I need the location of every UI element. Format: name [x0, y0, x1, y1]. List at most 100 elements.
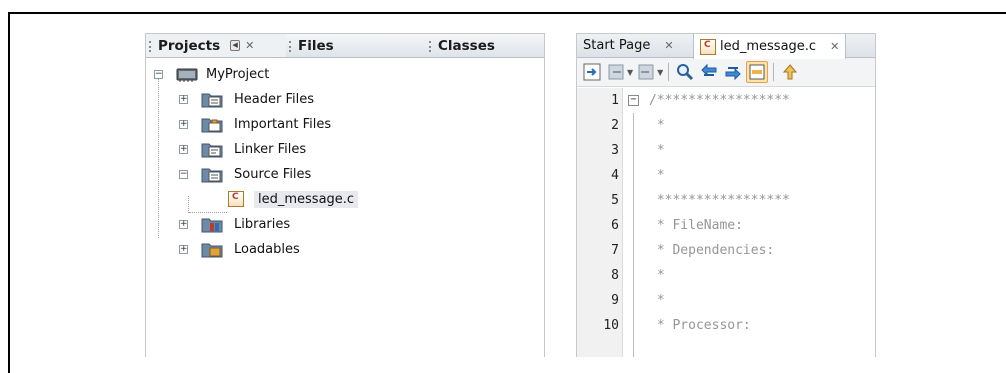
- code-text: *: [649, 118, 665, 133]
- tab-files[interactable]: Files: [286, 34, 426, 57]
- tree-item-important-files[interactable]: + Important Files: [146, 112, 544, 137]
- line-number: 5: [611, 193, 619, 208]
- screenshot-page: Projects ◀ ✕ Files Classes − MyProject +…: [0, 0, 1006, 373]
- find-next-icon[interactable]: [722, 61, 744, 83]
- important-folder-icon: [201, 118, 223, 133]
- tab-led-message[interactable]: led_message.c ✕: [693, 34, 847, 59]
- tree-item-label: led_message.c: [254, 191, 359, 208]
- close-icon[interactable]: ✕: [830, 40, 839, 53]
- line-number: 10: [603, 318, 619, 333]
- code-text: * Dependencies:: [649, 243, 775, 258]
- toolbar-separator: [668, 63, 670, 81]
- editor-tabbar: Start Page ✕ led_message.c ✕: [577, 34, 875, 59]
- chevron-down-icon[interactable]: ▼: [627, 68, 633, 77]
- tab-files-label: Files: [298, 37, 334, 54]
- tree-item-libraries[interactable]: + Libraries: [146, 212, 544, 237]
- code-text: *: [649, 293, 665, 308]
- tab-grip[interactable]: [149, 41, 151, 52]
- libraries-folder-icon: [201, 218, 223, 233]
- line-number: 6: [611, 218, 619, 233]
- code-text: *: [649, 268, 665, 283]
- collapse-icon[interactable]: −: [179, 170, 188, 179]
- line-number: 9: [611, 293, 619, 308]
- tab-grip[interactable]: [429, 41, 431, 52]
- tree-item-label: Header Files: [234, 92, 314, 107]
- line-number: 7: [611, 243, 619, 258]
- code-text: *****************: [649, 193, 790, 208]
- projects-tabbar: Projects ◀ ✕ Files Classes: [146, 34, 544, 58]
- code-text: /*****************: [649, 93, 790, 108]
- code-text: * Processor:: [649, 318, 751, 333]
- tab-classes[interactable]: Classes: [426, 34, 544, 57]
- find-icon[interactable]: [674, 61, 696, 83]
- tree-item-header-files[interactable]: + Header Files: [146, 87, 544, 112]
- editor-panel: Start Page ✕ led_message.c ✕ ▼ ▼: [576, 33, 876, 357]
- code-text: *: [649, 168, 665, 183]
- expand-icon[interactable]: +: [179, 145, 188, 154]
- arrow-up-icon[interactable]: [779, 61, 801, 83]
- expand-icon[interactable]: +: [179, 220, 188, 229]
- code-line: 9 *: [577, 288, 875, 313]
- tree-root[interactable]: − MyProject: [146, 62, 544, 87]
- tree-item-label: Linker Files: [234, 142, 307, 157]
- loadables-folder-icon: [201, 243, 223, 258]
- code-text: *: [649, 143, 665, 158]
- code-line: 7 * Dependencies:: [577, 238, 875, 263]
- back-icon[interactable]: [605, 61, 627, 83]
- close-icon[interactable]: ✕: [664, 39, 673, 52]
- source-folder-icon: [201, 168, 223, 183]
- tree-item-loadables[interactable]: + Loadables: [146, 237, 544, 262]
- code-line: 2 *: [577, 113, 875, 138]
- tab-start-page[interactable]: Start Page ✕: [577, 34, 693, 57]
- code-line: 10 * Processor:: [577, 313, 875, 338]
- line-number: 8: [611, 268, 619, 283]
- forward-icon[interactable]: [635, 61, 657, 83]
- close-icon[interactable]: ✕: [245, 39, 254, 52]
- tree-item-source-files[interactable]: − Source Files: [146, 162, 544, 187]
- tab-projects[interactable]: Projects ◀ ✕: [146, 34, 286, 57]
- collapse-icon[interactable]: −: [154, 70, 163, 79]
- code-text: * FileName:: [649, 218, 743, 233]
- line-number: 1: [611, 93, 619, 108]
- toolbar-separator: [773, 63, 775, 81]
- c-file-icon: [700, 38, 716, 55]
- code-line: 6 * FileName:: [577, 213, 875, 238]
- c-file-icon: [228, 191, 244, 207]
- tab-led-message-label: led_message.c: [720, 39, 817, 54]
- tree-item-label: Loadables: [234, 242, 300, 257]
- code-line: 3 *: [577, 138, 875, 163]
- tree-item-led-message[interactable]: led_message.c: [146, 187, 544, 212]
- tab-grip[interactable]: [289, 41, 291, 52]
- code-area[interactable]: 1 − /***************** 2 * 3 * 4 * 5 ***…: [577, 88, 875, 338]
- line-number: 2: [611, 118, 619, 133]
- tab-projects-label: Projects: [158, 37, 221, 54]
- chevron-down-icon[interactable]: ▼: [657, 68, 663, 77]
- expand-icon[interactable]: +: [179, 120, 188, 129]
- editor-toolbar: ▼ ▼: [577, 58, 875, 87]
- line-number: 4: [611, 168, 619, 183]
- tab-start-page-label: Start Page: [583, 38, 651, 53]
- linker-folder-icon: [201, 143, 223, 158]
- find-previous-icon[interactable]: [698, 61, 720, 83]
- expand-icon[interactable]: +: [179, 95, 188, 104]
- tree-item-label: Libraries: [234, 217, 291, 232]
- line-number: 3: [611, 143, 619, 158]
- fold-collapse-icon[interactable]: −: [628, 95, 639, 106]
- last-edit-icon[interactable]: [581, 61, 603, 83]
- project-tree: − MyProject + Header Files + Important F…: [146, 58, 544, 262]
- minimize-window-icon[interactable]: ◀: [230, 40, 241, 51]
- project-chip-icon: [176, 68, 198, 82]
- header-folder-icon: [201, 93, 223, 108]
- code-line: 8 *: [577, 263, 875, 288]
- projects-panel: Projects ◀ ✕ Files Classes − MyProject +…: [145, 33, 545, 357]
- expand-icon[interactable]: +: [179, 245, 188, 254]
- tab-classes-label: Classes: [438, 37, 495, 54]
- tree-root-label: MyProject: [206, 67, 270, 82]
- tree-item-label: Important Files: [234, 117, 332, 132]
- code-line: 4 *: [577, 163, 875, 188]
- toggle-highlight-icon[interactable]: [746, 61, 769, 83]
- tree-item-linker-files[interactable]: + Linker Files: [146, 137, 544, 162]
- tree-item-label: Source Files: [234, 167, 312, 182]
- code-line: 5 *****************: [577, 188, 875, 213]
- code-line: 1 − /*****************: [577, 88, 875, 113]
